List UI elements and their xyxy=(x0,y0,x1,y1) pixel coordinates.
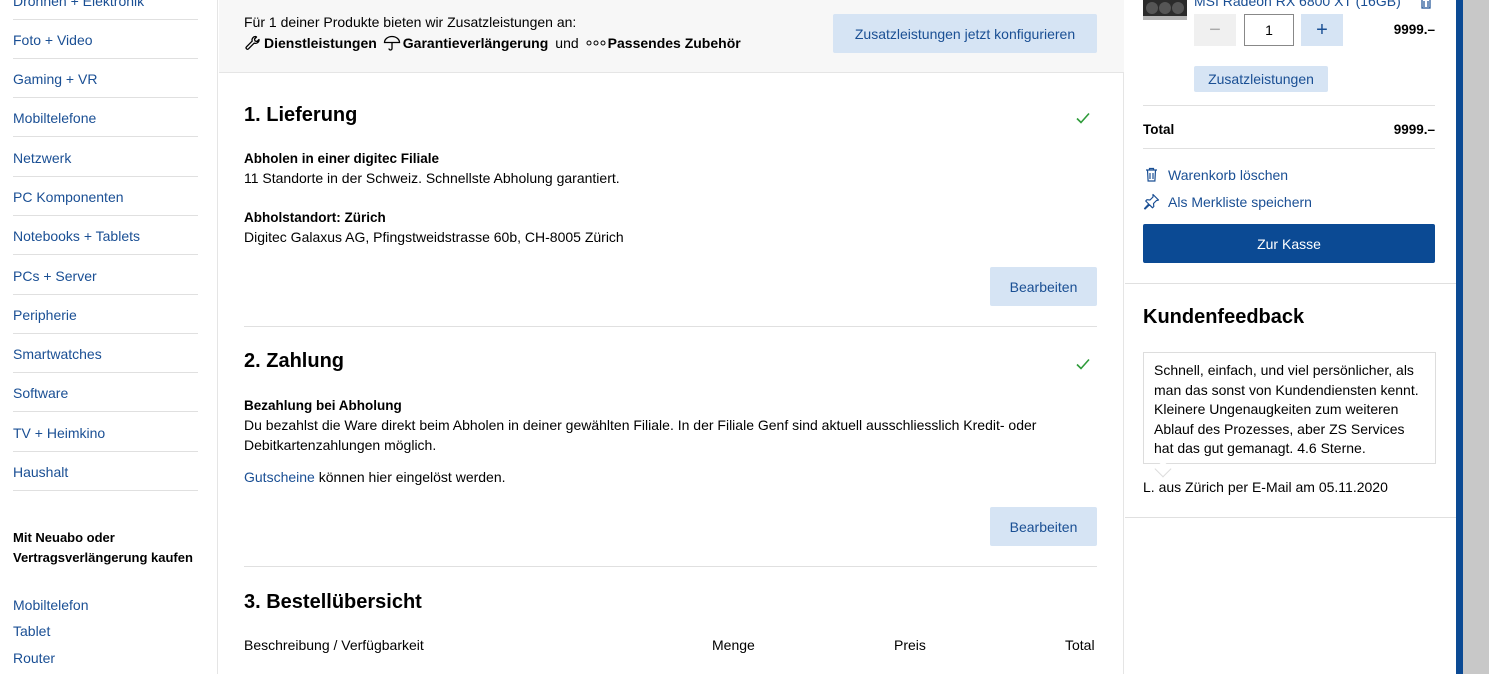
umbrella-icon xyxy=(383,34,401,52)
clear-cart-link[interactable]: Warenkorb löschen xyxy=(1143,166,1288,183)
payment-check-icon xyxy=(1076,358,1090,370)
section-divider xyxy=(244,566,1097,567)
sidebar-item-haushalt[interactable]: Haushalt xyxy=(13,452,198,491)
sidebar-item-label: Haushalt xyxy=(13,464,69,480)
column-header-total: Total xyxy=(1065,637,1095,653)
sidebar-item-label: Smartwatches xyxy=(13,346,102,362)
delivery-title: 1. Lieferung xyxy=(244,104,358,126)
payment-method-heading: Bezahlung bei Abholung xyxy=(244,398,402,413)
pickup-location-heading: Abholstandort: Zürich xyxy=(244,210,386,225)
sidebar-item-label: PCs + Server xyxy=(13,268,97,284)
cart-summary: MSI Radeon RX 6800 XT (16GB) − 1 + 9999.… xyxy=(1125,0,1456,674)
services-banner: Für 1 deiner Produkte bieten wir Zusatzl… xyxy=(219,0,1124,73)
column-header-description: Beschreibung / Verfügbarkeit xyxy=(244,637,424,653)
feedback-title: Kundenfeedback xyxy=(1143,306,1305,328)
sidebar-item-label: Netzwerk xyxy=(13,150,72,166)
configure-services-button[interactable]: Zusatzleistungen jetzt konfigurieren xyxy=(833,14,1097,53)
services-joiner: und xyxy=(555,35,579,51)
wrench-icon xyxy=(244,34,262,52)
quantity-input[interactable]: 1 xyxy=(1244,14,1294,46)
sidebar-item-label: PC Komponenten xyxy=(13,189,124,205)
delivery-check-icon xyxy=(1076,112,1090,124)
sidebar-item-label: Peripherie xyxy=(13,307,77,323)
abo-link-router[interactable]: Router xyxy=(13,650,55,666)
delivery-method-heading: Abholen in einer digitec Filiale xyxy=(244,151,440,166)
sidebar-item-software[interactable]: Software xyxy=(13,373,198,412)
panel-divider xyxy=(1125,517,1456,518)
sidebar-item-smartwatches[interactable]: Smartwatches xyxy=(13,334,198,373)
sidebar-item-label: Foto + Video xyxy=(13,32,93,48)
feedback-quote: Schnell, einfach, und viel persönlicher,… xyxy=(1143,352,1436,464)
voucher-line: Gutscheine können hier eingelöst werden. xyxy=(244,467,506,487)
section-divider xyxy=(244,326,1097,327)
sidebar-item-gaming[interactable]: Gaming + VR xyxy=(13,59,198,98)
more-dots-icon xyxy=(586,34,606,52)
sidebar-item-label: Gaming + VR xyxy=(13,71,98,87)
clear-cart-label: Warenkorb löschen xyxy=(1168,166,1289,183)
sidebar-item-netzwerk[interactable]: Netzwerk xyxy=(13,138,198,177)
edit-delivery-button[interactable]: Bearbeiten xyxy=(990,267,1097,306)
quantity-increase-button[interactable]: + xyxy=(1301,14,1343,46)
feedback-author: L. aus Zürich per E-Mail am 05.11.2020 xyxy=(1143,479,1388,495)
cart-divider xyxy=(1143,148,1435,149)
pin-icon xyxy=(1143,193,1160,210)
panel-divider xyxy=(1125,283,1456,284)
page-accent-bar xyxy=(1456,0,1463,674)
services-intro: Für 1 deiner Produkte bieten wir Zusatzl… xyxy=(244,14,577,30)
sidebar-item-notebooks[interactable]: Notebooks + Tablets xyxy=(13,216,198,255)
sidebar-item-drohnen[interactable]: Drohnen + Elektronik xyxy=(13,0,198,20)
save-wishlist-label: Als Merkliste speichern xyxy=(1168,193,1312,210)
payment-title: 2. Zahlung xyxy=(244,350,344,372)
service-garantie: Garantieverlängerung xyxy=(402,35,549,51)
voucher-text: können hier eingelöst werden. xyxy=(314,469,506,485)
total-value: 9999.– xyxy=(1393,122,1435,137)
voucher-link[interactable]: Gutscheine xyxy=(244,469,315,485)
product-name-link[interactable]: MSI Radeon RX 6800 XT (16GB) xyxy=(1194,0,1401,9)
checkout-main: Für 1 deiner Produkte bieten wir Zusatzl… xyxy=(219,0,1124,674)
sidebar-item-label: Mobiltelefone xyxy=(13,110,97,126)
sidebar-item-tv[interactable]: TV + Heimkino xyxy=(13,413,198,452)
sidebar-item-label: TV + Heimkino xyxy=(13,425,106,441)
sidebar-item-peripherie[interactable]: Peripherie xyxy=(13,295,198,334)
services-list: Dienstleistungen Garantieverlängerung un… xyxy=(244,34,741,52)
quantity-decrease-button[interactable]: − xyxy=(1194,14,1236,46)
pickup-location-address: Digitec Galaxus AG, Pfingstweidstrasse 6… xyxy=(244,229,624,245)
payment-method-text: Du bezahlst die Ware direkt beim Abholen… xyxy=(244,417,1037,453)
line-price: 9999.– xyxy=(1393,22,1435,37)
column-header-quantity: Menge xyxy=(712,637,755,653)
sidebar-item-mobiltelefone[interactable]: Mobiltelefone xyxy=(13,98,198,137)
sidebar-item-label: Software xyxy=(13,385,69,401)
column-header-price: Preis xyxy=(894,637,926,653)
abo-link-mobiltelefon[interactable]: Mobiltelefon xyxy=(13,597,89,613)
total-label: Total xyxy=(1143,122,1175,137)
product-thumbnail[interactable] xyxy=(1143,0,1187,20)
category-sidebar: Drohnen + Elektronik Foto + Video Gaming… xyxy=(0,0,218,674)
sidebar-item-foto[interactable]: Foto + Video xyxy=(13,20,198,59)
abo-heading: Mit Neuabo oder Vertragsverlängerung kau… xyxy=(13,530,193,565)
overview-title: 3. Bestellübersicht xyxy=(244,591,422,613)
trash-icon xyxy=(1146,167,1157,182)
service-dienstleistungen: Dienstleistungen xyxy=(264,35,377,51)
abo-link-tablet[interactable]: Tablet xyxy=(13,623,50,639)
sidebar-item-pcs-server[interactable]: PCs + Server xyxy=(13,256,198,295)
sidebar-item-label: Drohnen + Elektronik xyxy=(13,0,145,9)
checkout-button[interactable]: Zur Kasse xyxy=(1143,224,1435,263)
edit-payment-button[interactable]: Bearbeiten xyxy=(990,507,1097,546)
service-zubehoer: Passendes Zubehör xyxy=(607,35,741,51)
cart-divider xyxy=(1143,105,1435,106)
remove-item-icon[interactable] xyxy=(1419,0,1433,12)
item-services-button[interactable]: Zusatzleistungen xyxy=(1194,66,1328,92)
sidebar-item-pc-komponenten[interactable]: PC Komponenten xyxy=(13,177,198,216)
sidebar-item-label: Notebooks + Tablets xyxy=(13,228,140,244)
save-wishlist-link[interactable]: Als Merkliste speichern xyxy=(1143,193,1312,210)
delivery-method-text: 11 Standorte in der Schweiz. Schnellste … xyxy=(244,170,620,186)
